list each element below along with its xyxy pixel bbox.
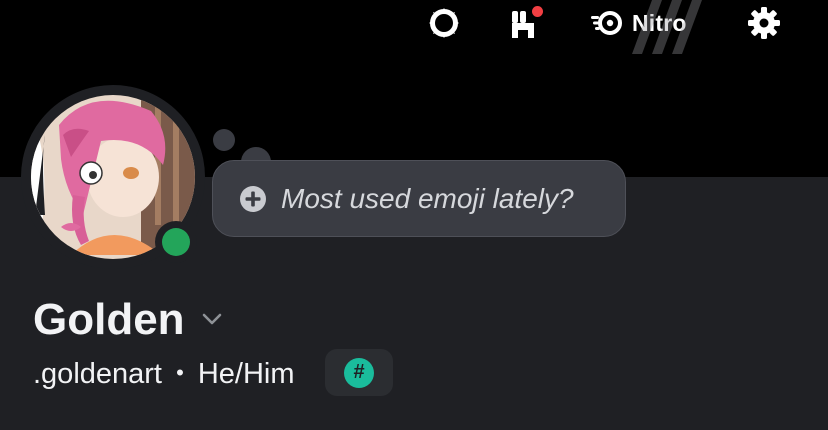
quests-button[interactable] xyxy=(424,4,464,42)
hashtag-badge-icon: # xyxy=(344,357,374,388)
notification-dot xyxy=(532,6,543,17)
username-row: .goldenart • He/Him xyxy=(33,358,295,391)
settings-button[interactable] xyxy=(744,4,784,42)
quests-icon xyxy=(429,8,459,38)
separator-dot: • xyxy=(176,360,184,385)
online-status-indicator xyxy=(162,228,190,256)
username: .goldenart xyxy=(33,358,162,390)
pronouns: He/Him xyxy=(197,358,295,390)
status-placeholder: Most used emoji lately? xyxy=(281,182,574,214)
gear-icon xyxy=(748,7,780,39)
custom-status-bubble[interactable]: Most used emoji lately? xyxy=(212,160,626,237)
shop-button[interactable] xyxy=(505,4,545,42)
profile-badge[interactable]: # xyxy=(325,349,393,396)
thought-bubble-dot-small xyxy=(213,129,235,151)
display-name: Golden xyxy=(33,295,185,344)
nitro-decoration xyxy=(632,0,702,54)
plus-circle-icon xyxy=(239,185,267,213)
chevron-down-icon[interactable] xyxy=(199,306,225,332)
